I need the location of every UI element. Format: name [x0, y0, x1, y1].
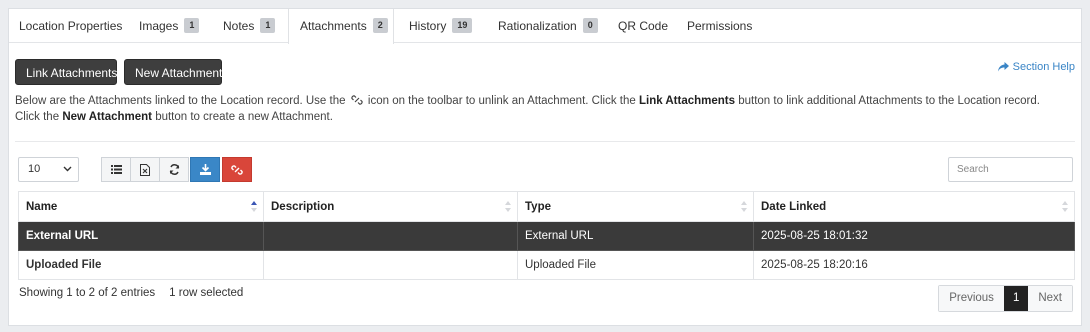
column-header-name[interactable]: Name: [18, 191, 264, 222]
tab-attachments[interactable]: Attachments 2: [288, 9, 394, 44]
count-badge: 19: [452, 18, 473, 34]
tab-label: Permissions: [687, 19, 753, 33]
tab-label: Location Properties: [19, 19, 123, 33]
previous-page-button[interactable]: Previous: [939, 286, 1004, 311]
sort-icon: [1062, 201, 1068, 212]
cell-name: Uploaded File: [18, 250, 264, 280]
table-row[interactable]: External URL External URL 2025-08-25 18:…: [18, 221, 1075, 251]
table-info: Showing 1 to 2 of 2 entries 1 row selecte…: [19, 287, 243, 299]
tab-label: History: [409, 19, 447, 33]
download-icon: [199, 164, 211, 175]
cell-date-linked: 2025-08-25 18:01:32: [753, 221, 1075, 251]
count-badge: 0: [582, 18, 598, 34]
download-button[interactable]: [190, 157, 220, 182]
column-label: Type: [525, 200, 551, 213]
pagination: Previous 1 Next: [938, 285, 1073, 312]
desc-text: button to create a new Attachment.: [155, 111, 333, 123]
desc-text: Below are the Attachments linked to the …: [15, 95, 346, 107]
table-header-row: Name Description Type Date Linked: [18, 191, 1075, 222]
sort-ascending-icon: [251, 201, 257, 212]
share-arrow-icon: [997, 62, 1009, 72]
cell-name: External URL: [18, 221, 264, 251]
new-attachment-button[interactable]: New Attachment: [124, 59, 222, 85]
column-header-description[interactable]: Description: [263, 191, 518, 222]
instructions-text: Below are the Attachments linked to the …: [15, 93, 1065, 125]
search-input[interactable]: [948, 157, 1073, 182]
column-label: Date Linked: [761, 200, 827, 213]
sort-icon: [741, 201, 747, 212]
table-row[interactable]: Uploaded File Uploaded File 2025-08-25 1…: [18, 250, 1075, 280]
desc-bold: New Attachment: [62, 111, 152, 123]
tab-label: Attachments: [300, 19, 367, 33]
desc-text: icon on the toolbar to unlink an Attachm…: [367, 95, 636, 107]
refresh-button[interactable]: [159, 157, 189, 182]
column-label: Description: [271, 200, 335, 213]
page-length-select[interactable]: 10: [18, 157, 79, 182]
unlink-icon: [231, 164, 243, 175]
cell-date-linked: 2025-08-25 18:20:16: [753, 250, 1075, 280]
section-help-link[interactable]: Section Help: [997, 61, 1075, 73]
tab-location-properties[interactable]: Location Properties: [19, 9, 122, 43]
chevron-down-icon: [63, 166, 72, 172]
section-help-label: Section Help: [1012, 61, 1075, 73]
tab-images[interactable]: Images 1: [139, 9, 200, 43]
sort-icon: [505, 201, 511, 212]
cell-type: Uploaded File: [517, 250, 754, 280]
count-badge: 1: [260, 18, 276, 34]
desc-bold: Link Attachments: [638, 95, 736, 107]
tab-label: Images: [139, 19, 179, 33]
tab-bar: Location Properties Images 1 Notes 1 Attac…: [9, 9, 1081, 44]
page-1-button[interactable]: 1: [1003, 286, 1029, 311]
cell-description: [263, 250, 518, 280]
page-length-value: 10: [28, 163, 41, 175]
list-icon: [110, 165, 122, 174]
tab-permissions[interactable]: Permissions: [687, 9, 752, 43]
count-badge: 1: [184, 18, 200, 34]
attachments-card: Location Properties Images 1 Notes 1 Attac…: [8, 8, 1082, 326]
tab-rationalization[interactable]: Rationalization 0: [498, 9, 598, 43]
refresh-icon: [169, 164, 179, 175]
excel-export-icon: [140, 163, 150, 176]
cell-description: [263, 221, 518, 251]
attachments-table: Name Description Type Date Linked Extern…: [18, 191, 1075, 280]
tab-history[interactable]: History 19: [409, 9, 473, 43]
excel-export-button[interactable]: [130, 157, 160, 182]
tab-qr-code[interactable]: QR Code: [618, 9, 668, 43]
tab-label: Rationalization: [498, 19, 577, 33]
tab-notes[interactable]: Notes 1: [223, 9, 276, 43]
unlink-button[interactable]: [222, 157, 252, 182]
divider: [15, 141, 1075, 142]
selection-info: 1 row selected: [169, 287, 244, 299]
count-badge: 2: [372, 18, 388, 34]
next-page-button[interactable]: Next: [1028, 286, 1072, 311]
tab-label: QR Code: [618, 19, 669, 33]
entries-info: Showing 1 to 2 of 2 entries: [19, 287, 156, 299]
tab-label: Notes: [223, 19, 255, 33]
column-visibility-button[interactable]: [101, 157, 131, 182]
column-header-date-linked[interactable]: Date Linked: [753, 191, 1075, 222]
column-label: Name: [26, 200, 58, 213]
cell-type: External URL: [517, 221, 754, 251]
link-attachments-button[interactable]: Link Attachments: [15, 59, 117, 85]
column-header-type[interactable]: Type: [517, 191, 754, 222]
unlink-icon: [351, 95, 363, 105]
